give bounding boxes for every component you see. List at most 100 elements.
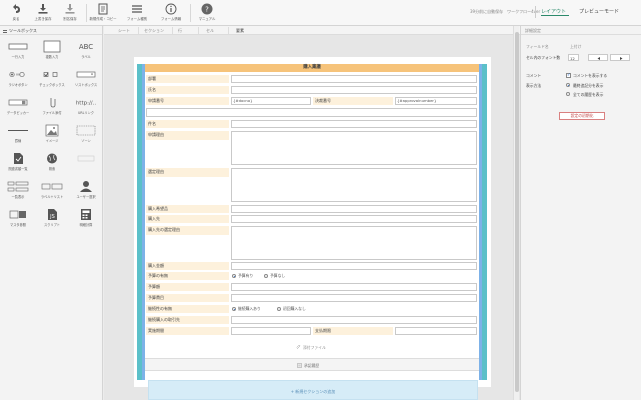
budget-no-radio[interactable]: [264, 274, 268, 278]
contract-vendor-field[interactable]: [231, 316, 477, 324]
tab-layout[interactable]: レイアウト: [541, 8, 566, 15]
crumb-section[interactable]: セクション: [144, 28, 164, 34]
label-name[interactable]: 氏名: [146, 86, 229, 94]
prev-button[interactable]: [588, 54, 608, 61]
tool-label-list[interactable]: ラベル＋リスト: [35, 178, 69, 202]
label-contract-flag[interactable]: 継続性の有無: [146, 305, 229, 313]
label-period[interactable]: 実施期間: [146, 327, 229, 335]
tool-detail-calc[interactable]: 明細計算: [69, 206, 103, 230]
label-budget-subject[interactable]: 予算費目: [146, 294, 229, 302]
tool-multi-line[interactable]: 複数入力: [35, 38, 69, 62]
next-button[interactable]: [610, 54, 630, 61]
scrollbar-thumb[interactable]: [515, 32, 519, 392]
row-handle-right[interactable]: [479, 64, 482, 380]
budget-amount-field[interactable]: [231, 283, 477, 291]
form-info-button[interactable]: フォーム情報: [156, 2, 186, 24]
user-icon: [80, 181, 92, 192]
tool-rule-line[interactable]: 罫線: [1, 122, 35, 146]
master-ref-icon: [9, 210, 26, 219]
vendor-field[interactable]: [231, 215, 477, 223]
tool-blank[interactable]: [69, 150, 103, 174]
save-as-button[interactable]: 別名保存: [57, 2, 83, 24]
payment-due-field[interactable]: [395, 327, 477, 335]
tool-user-select[interactable]: ユーザー選択: [69, 178, 103, 202]
reset-settings-button[interactable]: 設定の初期化: [559, 112, 605, 120]
tool-checkbox[interactable]: チェックボックス: [35, 66, 69, 90]
tab-preview[interactable]: プレビューモード: [579, 8, 619, 15]
contract-no-label: 初回購入なし: [283, 306, 306, 311]
comment-checkbox[interactable]: [566, 73, 571, 78]
reason-field[interactable]: [231, 131, 477, 165]
row-handle-left[interactable]: [142, 64, 145, 380]
crumb-element[interactable]: 要素: [236, 28, 244, 34]
label-vendor[interactable]: 購入先: [146, 215, 229, 223]
horizontal-rule-icon: [8, 130, 28, 131]
crumb-cell[interactable]: セル: [206, 28, 214, 34]
tool-listbox[interactable]: リストボックス: [69, 66, 103, 90]
contract-no-radio[interactable]: [277, 307, 281, 311]
contract-yes-radio[interactable]: [232, 307, 236, 311]
amount-field[interactable]: [231, 262, 477, 270]
tool-related-docs[interactable]: 関連書類一覧: [1, 150, 35, 174]
label-title[interactable]: 件名: [146, 120, 229, 128]
add-section-button[interactable]: + 新規セクションの追加: [148, 380, 478, 400]
tool-file-attach[interactable]: ファイル添付: [35, 94, 69, 118]
tool-date-picker[interactable]: データピッカー: [1, 94, 35, 118]
tool-label-element[interactable]: ABC ラベル: [69, 38, 103, 62]
font-size-label: セル内のフォント数: [526, 55, 561, 60]
budget-no-label: 予算なし: [270, 273, 286, 278]
label-vendor-reason[interactable]: 購入先の選定理由: [146, 226, 229, 235]
tool-single-line[interactable]: 一行入力: [1, 38, 35, 62]
tool-list-view[interactable]: 一覧表示: [1, 178, 35, 202]
label-selection-reason[interactable]: 選定理由: [146, 168, 229, 177]
undo-button[interactable]: 戻る: [3, 2, 29, 24]
label-payment-due[interactable]: 支払期限: [313, 327, 393, 335]
manual-button[interactable]: ? マニュアル: [194, 2, 220, 24]
section-handle-right[interactable]: [482, 64, 487, 380]
attachment-section[interactable]: 添付ファイル: [145, 342, 479, 352]
crumb-sheet[interactable]: シート: [118, 28, 130, 34]
form-type-button[interactable]: フォーム種別: [122, 2, 152, 24]
dept-field[interactable]: [231, 75, 477, 83]
apply-no-value: {#docno}: [233, 98, 253, 103]
budget-yes-label: 予算有り: [238, 273, 254, 278]
canvas-scrollbar[interactable]: [513, 26, 519, 400]
approval-history-section[interactable]: 承認履歴: [145, 358, 479, 371]
label-items[interactable]: 購入希望品: [146, 205, 229, 213]
display-latest-radio[interactable]: [566, 83, 570, 87]
tool-url-link[interactable]: http://.. URLリンク: [69, 94, 103, 118]
vendor-reason-field[interactable]: [231, 226, 477, 260]
spacer-row[interactable]: [146, 108, 477, 117]
tool-image[interactable]: イメージ: [35, 122, 69, 146]
label-apply-no[interactable]: 申請番号: [146, 97, 229, 105]
tool-search[interactable]: 検索: [35, 150, 69, 174]
items-field[interactable]: [231, 205, 477, 213]
label-reason[interactable]: 申請理由: [146, 131, 229, 140]
font-size-select[interactable]: 12: [568, 54, 579, 61]
crumb-row[interactable]: 行: [178, 28, 182, 34]
label-dept[interactable]: 部署: [146, 75, 229, 83]
radio-button-icon: [9, 71, 25, 78]
globe-search-icon: [47, 153, 57, 164]
tool-zone[interactable]: ゾーン: [69, 122, 103, 146]
label-case-no[interactable]: 決裁番号: [313, 97, 393, 105]
date-picker-icon: [8, 99, 28, 106]
budget-subject-field[interactable]: [231, 294, 477, 302]
form-title[interactable]: 購入稟議: [145, 64, 479, 72]
label-contract-vendor[interactable]: 継続購入の取引先: [146, 316, 229, 324]
display-all-radio[interactable]: [566, 92, 570, 96]
title-field[interactable]: [231, 120, 477, 128]
new-copy-button[interactable]: 新規作成・コピー: [86, 2, 120, 24]
name-field[interactable]: [231, 86, 477, 94]
tool-script[interactable]: JS スクリプト: [35, 206, 69, 230]
label-budget-amount[interactable]: 予算額: [146, 283, 229, 291]
selection-reason-field[interactable]: [231, 168, 477, 202]
label-amount[interactable]: 購入金額: [146, 262, 229, 270]
comment-label: コメント: [526, 73, 542, 78]
save-button[interactable]: 上書き保存: [30, 2, 56, 24]
tool-radio[interactable]: ラジオボタン: [1, 66, 35, 90]
period-field[interactable]: [231, 327, 311, 335]
budget-yes-radio[interactable]: [232, 274, 236, 278]
label-budget-flag[interactable]: 予算の有無: [146, 272, 229, 280]
tool-master-ref[interactable]: マスタ参照: [1, 206, 35, 230]
